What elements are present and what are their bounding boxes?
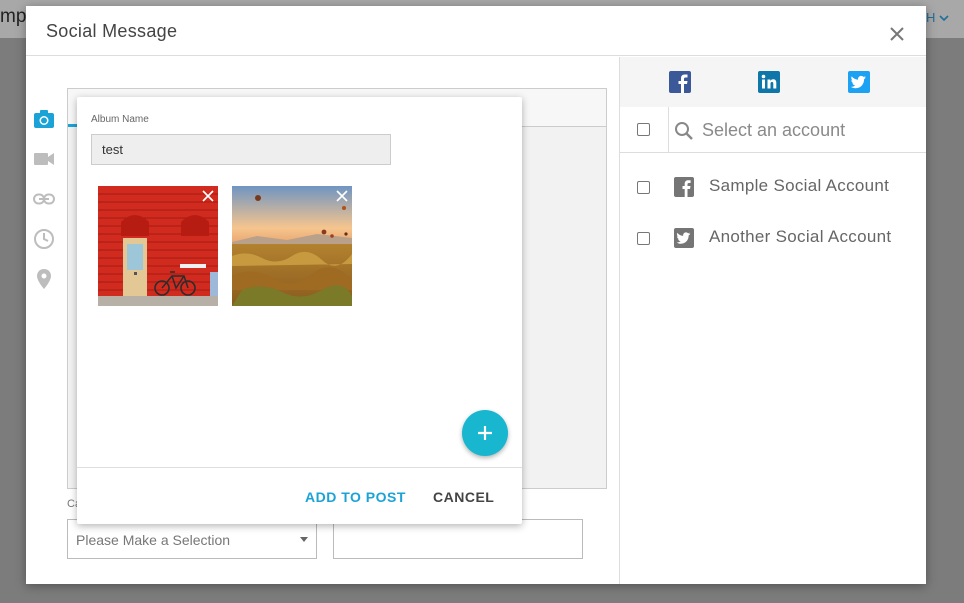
facebook-icon (669, 71, 691, 93)
category-select[interactable]: Please Make a Selection (67, 519, 317, 559)
album-name-label: Album Name (91, 114, 149, 125)
remove-photo-icon[interactable] (336, 190, 348, 202)
account-search-input[interactable]: Select an account (702, 120, 845, 141)
media-type-toolbar (32, 107, 56, 307)
location-tab[interactable] (32, 267, 56, 291)
caret-down-icon (300, 537, 308, 542)
select-all-checkbox[interactable] (637, 123, 650, 136)
cancel-button[interactable]: CANCEL (433, 489, 494, 505)
album-name-input[interactable]: test (91, 134, 391, 165)
plus-icon (478, 426, 492, 440)
account-row-sample[interactable]: Sample Social Account (620, 167, 926, 207)
account-search-row: Select an account (620, 107, 926, 153)
camera-icon (34, 110, 54, 128)
dialog-header: Social Message (26, 6, 926, 56)
video-tab[interactable] (32, 147, 56, 171)
video-camera-icon (34, 153, 54, 165)
account-checkbox[interactable] (637, 232, 650, 245)
twitter-tab[interactable] (842, 65, 876, 99)
linkedin-tab[interactable] (752, 65, 786, 99)
linkedin-icon (758, 71, 780, 93)
account-name: Another Social Account (709, 227, 892, 246)
link-icon (33, 193, 55, 205)
add-photo-button[interactable] (462, 410, 508, 456)
twitter-icon (674, 228, 694, 248)
category-select-value: Please Make a Selection (76, 532, 231, 548)
accounts-pane: Select an account Sample Social Account … (619, 57, 926, 584)
clock-icon (34, 229, 54, 249)
album-dialog: Album Name test ADD TO POST CANCEL (77, 97, 522, 524)
album-photo-landscape[interactable] (232, 186, 352, 306)
add-to-post-button[interactable]: ADD TO POST (305, 489, 406, 505)
background-title-fragment: mp (0, 6, 26, 27)
dialog-title: Social Message (46, 21, 178, 41)
twitter-icon (848, 71, 870, 93)
background-menu-fragment: H (926, 10, 949, 25)
map-pin-icon (37, 269, 51, 289)
account-name: Sample Social Account (709, 176, 890, 195)
link-tab[interactable] (32, 187, 56, 211)
facebook-tab[interactable] (663, 65, 697, 99)
network-tabs (620, 57, 926, 107)
secondary-input[interactable] (333, 519, 583, 559)
search-icon (675, 122, 693, 140)
account-row-another[interactable]: Another Social Account (620, 218, 926, 258)
background-menu-label: H (926, 10, 936, 25)
close-icon (890, 27, 904, 41)
schedule-tab[interactable] (32, 227, 56, 251)
close-button[interactable] (886, 23, 908, 45)
chevron-down-icon (939, 14, 949, 21)
account-checkbox[interactable] (637, 181, 650, 194)
album-photo-red-door[interactable] (98, 186, 218, 306)
facebook-icon (674, 177, 694, 197)
search-divider (668, 107, 669, 153)
album-dialog-footer: ADD TO POST CANCEL (77, 467, 522, 524)
remove-photo-icon[interactable] (202, 190, 214, 202)
photo-tab[interactable] (32, 107, 56, 131)
